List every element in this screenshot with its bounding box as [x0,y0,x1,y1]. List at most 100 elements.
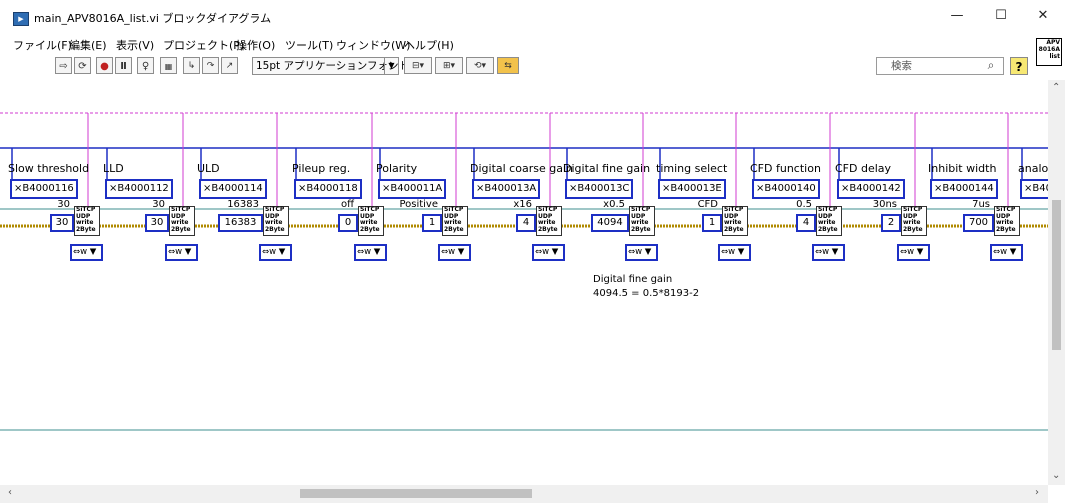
block-name-label: CFD function [750,162,821,175]
write-mode-selector[interactable]: ⇔w ▼ [625,244,658,261]
address-constant[interactable]: ×B400013A [472,179,541,199]
highlight-execution-icon[interactable]: ♀ [137,57,154,74]
address-constant[interactable]: ×B400013E [658,179,726,199]
sitcp-udp-write-subvi[interactable]: SiTCP UDP write 2Byte [263,206,289,236]
menu-tools[interactable]: ツール(T) [285,37,333,53]
run-continuously-icon[interactable]: ⟳ [74,57,91,74]
horizontal-scroll-thumb[interactable] [300,489,532,498]
write-mode-selector[interactable]: ⇔w ▼ [165,244,198,261]
numeric-constant[interactable]: 30 [50,214,74,232]
sitcp-udp-write-subvi[interactable]: SiTCP UDP write 2Byte [629,206,655,236]
numeric-constant[interactable]: 4 [796,214,816,232]
address-constant[interactable]: ×B400013C [565,179,634,199]
address-constant[interactable]: ×B4000118 [294,179,362,199]
horizontal-scrollbar[interactable]: ‹ › [0,485,1048,503]
block-name-label: Digital coarse gain [470,162,573,175]
sitcp-udp-write-subvi[interactable]: SiTCP UDP write 2Byte [169,206,195,236]
title-bar: ▶ main_APV8016A_list.vi ブロックダイアグラム — ☐ ✕ [0,0,1065,34]
numeric-constant[interactable]: 16383 [218,214,263,232]
search-icon[interactable]: ⌕ [982,58,1000,74]
numeric-constant[interactable]: 0 [338,214,358,232]
write-mode-selector[interactable]: ⇔w ▼ [259,244,292,261]
menu-project[interactable]: プロジェクト(P) [163,37,244,53]
chevron-down-icon: ▼ [1007,247,1017,257]
write-mode-selector[interactable]: ⇔w ▼ [718,244,751,261]
address-constant[interactable]: ×B4000142 [837,179,905,199]
sitcp-udp-write-subvi[interactable]: SiTCP UDP write 2Byte [816,206,842,236]
menu-file[interactable]: ファイル(F) [13,37,72,53]
distribute-objects-icon[interactable]: ⊞▾ [435,57,463,74]
sitcp-udp-write-subvi[interactable]: SiTCP UDP write 2Byte [442,206,468,236]
sitcp-udp-write-subvi[interactable]: SiTCP UDP write 2Byte [358,206,384,236]
close-button[interactable]: ✕ [1020,0,1065,32]
scroll-right-icon[interactable]: › [1035,487,1039,498]
address-value: B4000112 [117,183,169,194]
pause-icon[interactable]: Ⅱ [115,57,132,74]
address-value: B4000142 [849,183,901,194]
block-diagram-canvas[interactable]: Slow threshold ×B4000116 30 30 SiTCP UDP wri… [0,80,1048,485]
numeric-constant[interactable]: 4094 [591,214,629,232]
vi-connector-icon[interactable]: APV 8016A list [1036,38,1062,66]
align-objects-icon[interactable]: ⊟▾ [404,57,432,74]
write-mode-selector[interactable]: ⇔w ▼ [532,244,565,261]
block-name-label: LLD [103,162,124,175]
menu-edit[interactable]: 編集(E) [69,37,107,53]
menu-window[interactable]: ウィンドウ(W) [336,37,410,53]
sitcp-udp-write-subvi[interactable]: SiTCP UDP write 2Byte [536,206,562,236]
block-name-label: Slow threshold [8,162,90,175]
minimize-button[interactable]: — [934,0,980,32]
value-label: 30 [57,199,70,210]
step-into-icon[interactable]: ↳ [183,57,200,74]
cleanup-diagram-icon[interactable]: ⇆ [497,57,519,74]
address-constant[interactable]: ×B4000114 [199,179,267,199]
chevron-down-icon: ▼ [87,247,97,257]
retain-wire-values-icon[interactable]: ▦ [160,57,177,74]
scroll-up-icon[interactable]: ⌃ [1052,82,1060,93]
numeric-constant[interactable]: 1 [422,214,442,232]
font-selector[interactable]: 15pt アプリケーションフォント ▼ [252,57,409,75]
chevron-down-icon: ▼ [549,247,559,257]
address-constant[interactable]: ×B4000144 [930,179,998,199]
sitcp-udp-write-subvi[interactable]: SiTCP UDP write 2Byte [74,206,100,236]
numeric-constant[interactable]: 700 [963,214,994,232]
write-mode-selector[interactable]: ⇔w ▼ [990,244,1023,261]
scroll-left-icon[interactable]: ‹ [8,487,12,498]
write-mode-selector[interactable]: ⇔w ▼ [438,244,471,261]
vertical-scroll-thumb[interactable] [1052,200,1061,350]
address-constant[interactable]: ×B4000140 [752,179,820,199]
step-over-icon[interactable]: ↷ [202,57,219,74]
address-constant[interactable]: ×B400011A [378,179,447,199]
address-constant[interactable]: ×B4000116 [10,179,78,199]
step-out-icon[interactable]: ↗ [221,57,238,74]
write-mode-selector[interactable]: ⇔w ▼ [354,244,387,261]
menu-view[interactable]: 表示(V) [116,37,154,53]
write-mode-selector[interactable]: ⇔w ▼ [812,244,845,261]
sitcp-udp-write-subvi[interactable]: SiTCP UDP write 2Byte [994,206,1020,236]
numeric-constant[interactable]: 2 [881,214,901,232]
address-value: B400013E [670,183,722,194]
address-constant[interactable]: ×B40 [1020,179,1048,199]
block-name-label: analog [1018,162,1048,175]
value-label: 30ns [872,199,897,210]
abort-icon[interactable]: ● [96,57,113,74]
menu-operate[interactable]: 操作(O) [236,37,275,53]
value-label: CFD [697,199,718,210]
vertical-scrollbar[interactable]: ⌃ ⌄ [1048,80,1065,485]
write-mode-selector[interactable]: ⇔w ▼ [897,244,930,261]
write-mode-selector[interactable]: ⇔w ▼ [70,244,103,261]
numeric-constant[interactable]: 30 [145,214,169,232]
sitcp-udp-write-subvi[interactable]: SiTCP UDP write 2Byte [901,206,927,236]
run-arrow-icon[interactable]: ⇨ [55,57,72,74]
value-label: off [340,199,354,210]
scroll-down-icon[interactable]: ⌄ [1052,470,1060,481]
sitcp-udp-write-subvi[interactable]: SiTCP UDP write 2Byte [722,206,748,236]
address-constant[interactable]: ×B4000112 [105,179,173,199]
note-title: Digital fine gain [593,274,673,285]
menu-help[interactable]: ヘルプ(H) [404,37,454,53]
numeric-constant[interactable]: 4 [516,214,536,232]
maximize-button[interactable]: ☐ [978,0,1024,32]
reorder-icon[interactable]: ⟲▾ [466,57,494,74]
numeric-constant[interactable]: 1 [702,214,722,232]
context-help-button[interactable]: ? [1010,57,1028,75]
value-label: 0.5 [796,199,812,210]
